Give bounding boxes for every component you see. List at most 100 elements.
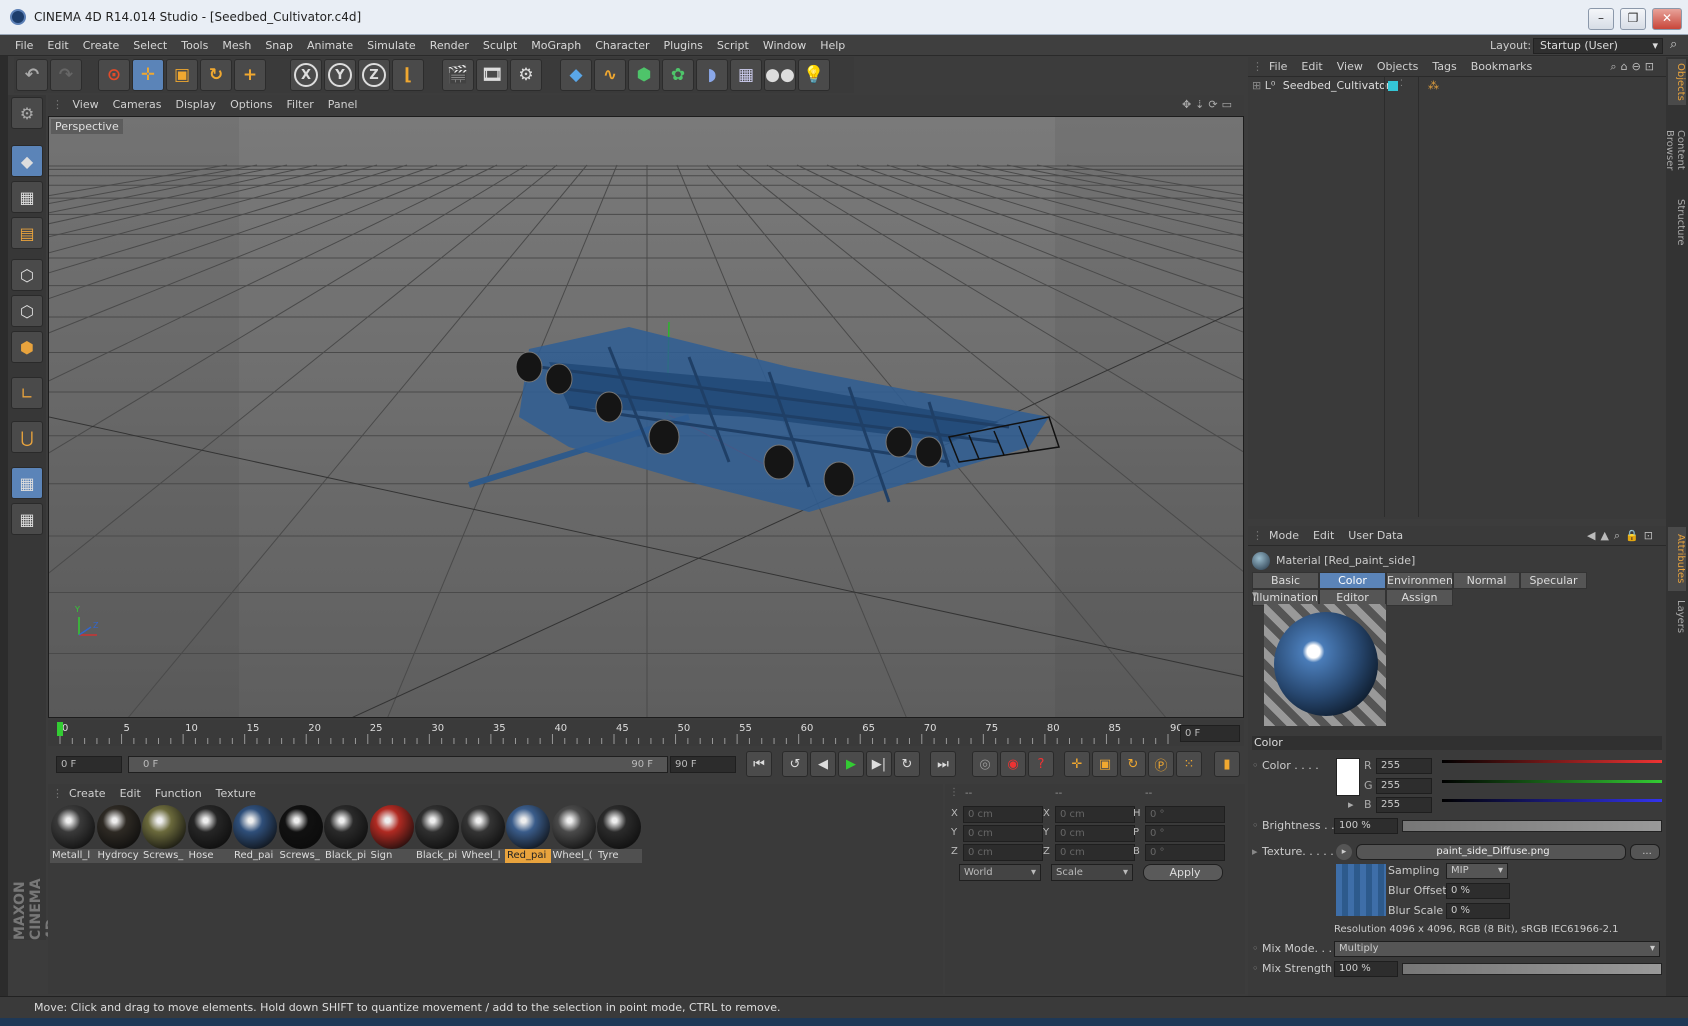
coord-value-field[interactable]: 0 ° [1145,825,1225,842]
material-item[interactable]: Wheel_( [550,804,597,863]
viewport-menu-filter[interactable]: Filter [280,95,321,115]
material-item[interactable]: Screws_ [277,804,324,863]
grid-snap-icon[interactable]: ▦ [11,503,43,535]
viewport-menu-panel[interactable]: Panel [321,95,365,115]
next-frame-icon[interactable]: ▶| [866,751,892,777]
minimize-button[interactable]: – [1588,8,1614,30]
color-swatch[interactable] [1336,758,1360,796]
perspective-viewport[interactable]: Perspective Y Z [48,116,1244,718]
material-menu-edit[interactable]: Edit [113,784,148,804]
attribute-menu-mode[interactable]: Mode [1262,526,1306,546]
camera-icon[interactable]: ●● [764,59,796,91]
coord-value-field[interactable]: 0 ° [1145,806,1225,823]
y-axis-button[interactable]: Y [324,59,356,91]
menu-animate[interactable]: Animate [300,35,360,56]
coord-value-field[interactable]: 0 cm [963,825,1043,842]
key-parameter-icon[interactable]: Ⓟ [1148,751,1174,777]
search-icon[interactable]: ⌕ [1670,37,1677,52]
tab-normal[interactable]: Normal [1453,572,1520,589]
viewport-menu-cameras[interactable]: Cameras [106,95,169,115]
texture-browse-button[interactable]: ... [1630,844,1660,860]
material-item[interactable]: Hydrocy [95,804,142,863]
redo-icon[interactable]: ↷ [50,59,82,91]
object-menu-bookmarks[interactable]: Bookmarks [1464,57,1539,77]
collapse-icon[interactable]: ▾ [1252,588,1258,601]
x-axis-button[interactable]: X [290,59,322,91]
viewport-menu-display[interactable]: Display [169,95,224,115]
menu-script[interactable]: Script [710,35,756,56]
b-slider[interactable] [1442,799,1662,802]
r-field[interactable]: 255 [1376,758,1432,774]
coord-value-field[interactable]: 0 cm [1055,806,1135,823]
go-to-end-icon[interactable]: ⏭ [930,751,956,777]
play-icon[interactable]: ▶ [838,751,864,777]
current-frame-field[interactable]: 0 F [1180,725,1240,742]
viewport-nav-icons[interactable]: ✥⇣⟳▭ [1182,98,1236,111]
frame-range-slider[interactable]: 0 F 90 F [128,756,668,773]
material-item[interactable]: Hose [186,804,233,863]
brightness-field[interactable]: 100 % [1334,818,1398,834]
apply-button[interactable]: Apply [1143,864,1223,881]
menu-help[interactable]: Help [813,35,852,56]
menu-create[interactable]: Create [76,35,127,56]
object-menu-tags[interactable]: Tags [1425,57,1463,77]
object-menu-edit[interactable]: Edit [1294,57,1329,77]
material-item[interactable]: Metall_l [50,804,96,863]
maximize-button[interactable]: ❐ [1620,8,1646,30]
tab-environment[interactable]: Environment [1386,572,1457,589]
menu-simulate[interactable]: Simulate [360,35,423,56]
coordinate-system-icon[interactable]: ⌊ [392,59,424,91]
previous-frame-icon[interactable]: ◀ [810,751,836,777]
material-item[interactable]: Screws_ [141,804,187,863]
blur-offset-field[interactable]: 0 % [1446,883,1510,899]
g-field[interactable]: 255 [1376,778,1432,794]
grid-lock-icon[interactable]: ▦ [11,467,43,499]
coord-value-field[interactable]: 0 cm [963,844,1043,861]
menu-sculpt[interactable]: Sculpt [476,35,524,56]
nurbs-icon[interactable]: ⬢ [628,59,660,91]
tab-basic[interactable]: Basic [1252,572,1319,589]
menu-render[interactable]: Render [423,35,476,56]
mix-strength-field[interactable]: 100 % [1334,961,1398,977]
attribute-menu-edit[interactable]: Edit [1306,526,1341,546]
edges-mode-icon[interactable]: ⬡ [11,295,43,327]
size-mode-select[interactable]: Scale ▾ [1051,864,1133,881]
object-nav-icons[interactable]: ⌕⌂⊖⊡ [1610,60,1658,74]
layout-select[interactable]: Startup (User) ▾ [1533,38,1663,54]
viewport-menu-view[interactable]: View [66,95,106,115]
menu-file[interactable]: File [8,35,40,56]
viewport-menu-options[interactable]: Options [223,95,279,115]
b-field[interactable]: 255 [1376,797,1432,813]
timeline-window-icon[interactable]: ▮ [1214,751,1240,777]
sampling-select[interactable]: MIP ▾ [1446,863,1508,879]
cube-icon[interactable]: ◆ [560,59,592,91]
close-button[interactable]: ✕ [1652,8,1682,30]
render-settings-icon[interactable]: ⚙ [510,59,542,91]
brightness-slider[interactable] [1402,820,1662,832]
object-menu-view[interactable]: View [1330,57,1370,77]
floor-icon[interactable]: ▦ [730,59,762,91]
coord-value-field[interactable]: 0 cm [963,806,1043,823]
g-slider[interactable] [1442,780,1662,783]
coordinate-space-select[interactable]: World ▾ [959,864,1041,881]
move-icon[interactable]: ✛ [132,59,164,91]
keyframe-selection-icon[interactable]: ? [1028,751,1054,777]
r-slider[interactable] [1442,760,1662,763]
object-menu-file[interactable]: File [1262,57,1294,77]
material-menu-function[interactable]: Function [148,784,209,804]
texture-menu-icon[interactable]: ▸ [1336,844,1352,860]
texture-mode-icon[interactable]: ▦ [11,181,43,213]
material-item[interactable]: Red_pai [505,804,551,863]
menu-mograph[interactable]: MoGraph [524,35,588,56]
mix-strength-slider[interactable] [1402,963,1662,975]
material-item[interactable]: Sign [368,804,415,863]
tab-content-browser[interactable]: Content Browser [1664,109,1686,191]
object-menu-objects[interactable]: Objects [1370,57,1426,77]
object-name[interactable]: Seedbed_Cultivator [1283,79,1391,92]
menu-plugins[interactable]: Plugins [657,35,710,56]
mix-mode-select[interactable]: Multiply ▾ [1334,941,1660,957]
axis-mode-icon[interactable]: ∟ [11,377,43,409]
material-item[interactable]: Wheel_l [459,804,506,863]
coord-value-field[interactable]: 0 cm [1055,825,1135,842]
spline-icon[interactable]: ∿ [594,59,626,91]
